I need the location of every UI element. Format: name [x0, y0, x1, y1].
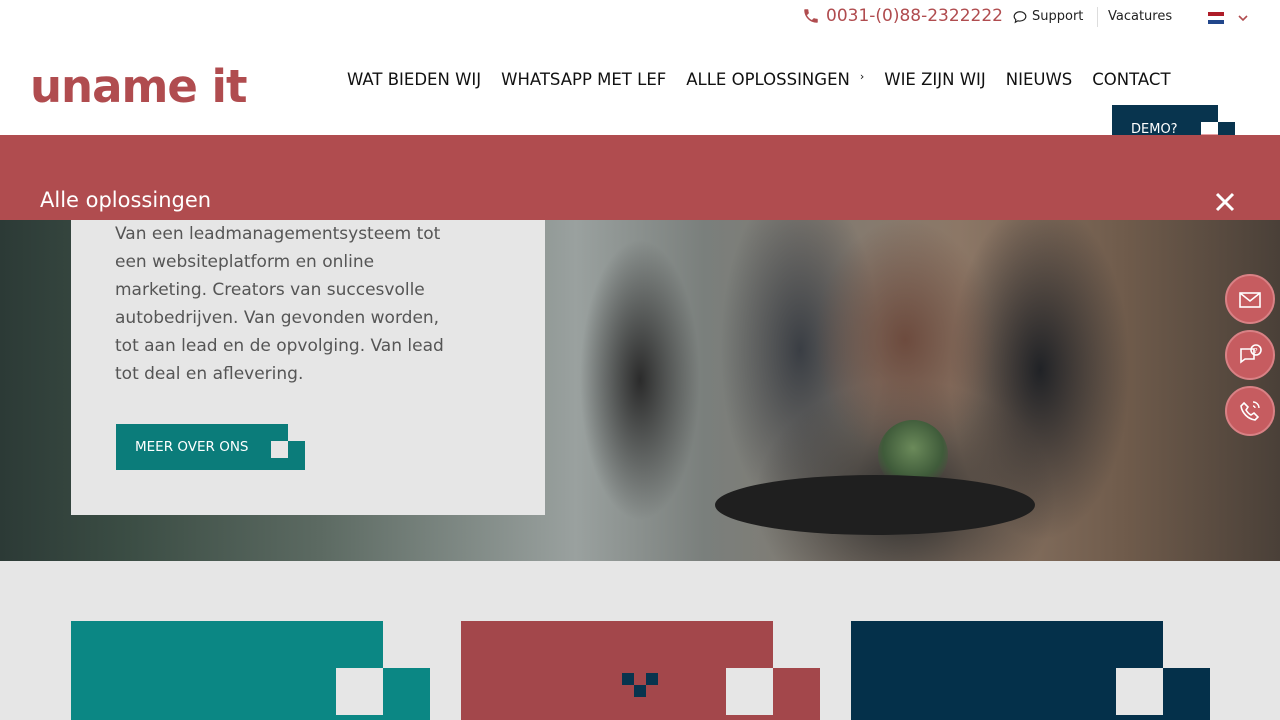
nav-label: WIE ZIJN WIJ — [884, 70, 986, 89]
table-image — [715, 475, 1035, 535]
pixel-decoration — [726, 621, 820, 720]
logo[interactable]: uname it — [30, 64, 247, 109]
chat-bubble-icon — [1013, 10, 1027, 23]
nav-wie-zijn-wij[interactable]: WIE ZIJN WIJ — [884, 70, 986, 89]
nav-alle-oplossingen[interactable]: ALLE OPLOSSINGEN › — [686, 70, 864, 89]
svg-text:?: ? — [1254, 347, 1258, 355]
menu-banner: Alle oplossingen — [0, 135, 1280, 220]
phone-icon — [804, 9, 818, 23]
nav-nieuws[interactable]: NIEUWS — [1006, 70, 1073, 89]
chevron-down-icon — [1238, 15, 1248, 22]
solution-tile-3[interactable] — [851, 621, 1210, 720]
nav-label: ALLE OPLOSSINGEN — [686, 70, 850, 89]
mail-fab[interactable] — [1225, 274, 1275, 324]
pixel-decoration — [271, 424, 305, 470]
solution-tile-2[interactable] — [461, 621, 820, 720]
chat-question-icon: ? — [1240, 344, 1262, 364]
hero-text: Van een leadmanagementsysteem tot een we… — [115, 224, 444, 384]
main-header: uname it WAT BIEDEN WIJ WHATSAPP MET LEF… — [0, 36, 1280, 154]
hero-card: Van een leadmanagementsysteem tot een we… — [71, 220, 545, 515]
phone-fab[interactable] — [1225, 386, 1275, 436]
chat-fab[interactable]: ? — [1225, 330, 1275, 380]
nav-label: CONTACT — [1092, 70, 1171, 89]
meer-label: MEER OVER ONS — [135, 439, 249, 455]
nav-contact[interactable]: CONTACT — [1092, 70, 1170, 89]
chevron-icon: › — [859, 70, 865, 83]
nav-label: WAT BIEDEN WIJ — [347, 70, 482, 89]
top-bar: 0031-(0)88-2322222 Support Vacatures — [0, 0, 1280, 36]
pixel-icon — [634, 685, 646, 697]
phone-call-icon — [1240, 401, 1260, 421]
nav-whatsapp-met-lef[interactable]: WHATSAPP MET LEF — [501, 70, 666, 89]
solution-tile-1[interactable] — [71, 621, 430, 720]
banner-title: Alle oplossingen — [40, 188, 212, 212]
main-nav: WAT BIEDEN WIJ WHATSAPP MET LEF ALLE OPL… — [347, 70, 1171, 89]
mail-icon — [1239, 292, 1261, 308]
pixel-decoration — [1201, 105, 1235, 139]
phone-number: 0031-(0)88-2322222 — [826, 6, 1003, 26]
close-icon[interactable] — [1213, 190, 1237, 214]
pixel-icon — [646, 673, 658, 685]
hero-section: Van een leadmanagementsysteem tot een we… — [0, 220, 1280, 561]
nl-flag-icon — [1208, 12, 1224, 24]
pixel-decoration — [1116, 621, 1210, 720]
nav-wat-bieden-wij[interactable]: WAT BIEDEN WIJ — [347, 70, 481, 89]
support-link[interactable]: Support — [1013, 9, 1083, 24]
pixel-decoration — [336, 621, 430, 720]
divider — [1097, 7, 1098, 27]
vacatures-link[interactable]: Vacatures — [1108, 9, 1172, 24]
pixel-icon — [622, 673, 634, 685]
support-label: Support — [1032, 9, 1084, 24]
phone-link[interactable]: 0031-(0)88-2322222 — [802, 6, 1003, 26]
meer-over-ons-button[interactable]: MEER OVER ONS — [116, 424, 305, 470]
nav-label: NIEUWS — [1005, 70, 1073, 89]
language-selector[interactable] — [1208, 12, 1248, 24]
nav-label: WHATSAPP MET LEF — [501, 70, 667, 89]
